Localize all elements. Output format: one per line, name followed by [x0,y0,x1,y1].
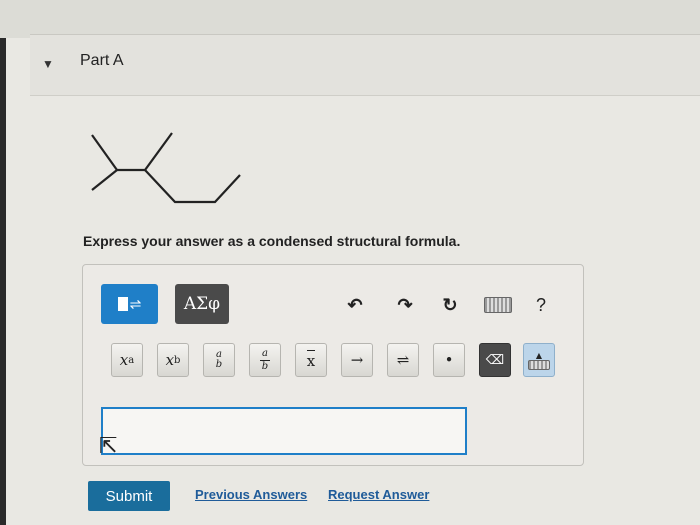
fraction-key[interactable]: ab [203,343,235,377]
keyboard-toggle-key[interactable]: ▲ [523,343,555,377]
keyboard-icon [528,359,550,370]
dot-key[interactable]: • [433,343,465,377]
skeletal-structure-image [91,132,241,204]
screen-edge [0,0,6,525]
part-title: Part A [80,52,124,69]
math-editor: ⇌ ΑΣφ ↶ ↷ ↻ ? xa xb ab ab x → ⇌ • ⌫ ▲ ⇱ [82,264,584,466]
vector-key[interactable]: x [295,343,327,377]
answer-input[interactable]: ⇱ [99,407,467,458]
undo-icon[interactable]: ↶ [343,293,367,317]
chevron-up-icon: ▲ [535,350,543,360]
fraction-bar-key[interactable]: ab [249,343,281,377]
equilibrium-arrow-key[interactable]: ⇌ [387,343,419,377]
top-band [0,0,700,38]
reaction-arrow-key[interactable]: → [341,343,373,377]
subscript-key[interactable]: xb [157,343,189,377]
key-row: xa xb ab ab x → ⇌ • ⌫ ▲ [111,343,571,379]
keyboard-icon[interactable] [481,293,515,317]
greek-symbols-button[interactable]: ΑΣφ [175,284,229,324]
help-button[interactable]: ? [529,293,553,317]
templates-button[interactable]: ⇌ [101,284,158,324]
submit-button[interactable]: Submit [88,481,170,511]
reset-icon[interactable]: ↻ [438,293,462,317]
mouse-pointer-icon: ⇱ [99,433,118,458]
redo-icon[interactable]: ↷ [393,293,417,317]
backspace-key[interactable]: ⌫ [479,343,511,377]
superscript-key[interactable]: xa [111,343,143,377]
templates-icon [117,297,128,311]
request-answer-link[interactable]: Request Answer [328,487,429,502]
part-header[interactable]: ▼ Part A [30,34,700,96]
previous-answers-link[interactable]: Previous Answers [195,487,307,502]
triangle-down-icon: ▼ [42,57,54,71]
question-prompt: Express your answer as a condensed struc… [83,233,461,249]
